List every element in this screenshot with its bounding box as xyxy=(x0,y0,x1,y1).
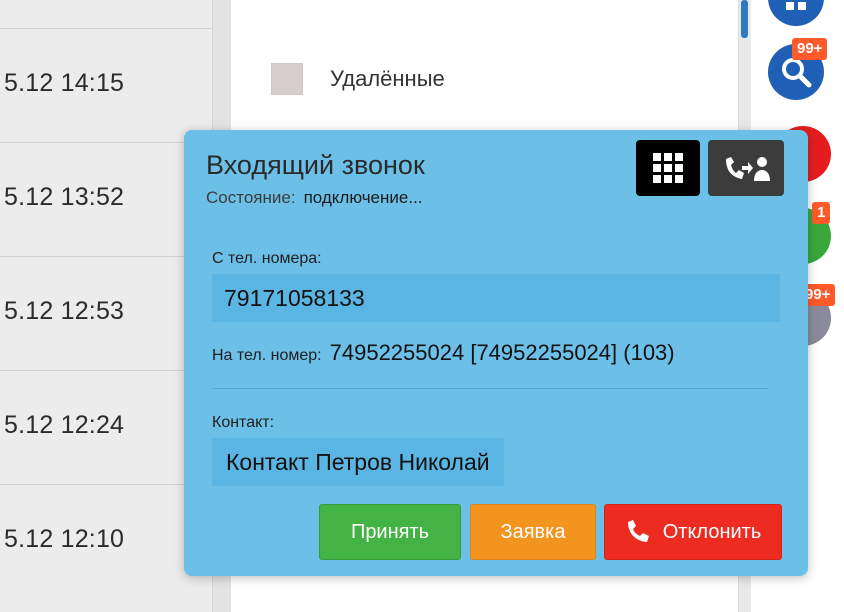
notification-badge: 1 xyxy=(812,202,831,224)
call-time: 5.12 13:52 xyxy=(4,183,125,211)
divider xyxy=(212,388,768,389)
contact-label: Контакт: xyxy=(212,414,275,431)
table-row[interactable]: 5.12 14:15 xyxy=(0,28,212,142)
transfer-call-icon xyxy=(726,157,770,181)
accept-button[interactable]: Принять xyxy=(319,504,461,560)
call-time: 5.12 14:15 xyxy=(4,69,125,97)
phone-icon xyxy=(625,519,651,545)
deleted-checkbox[interactable] xyxy=(271,63,303,95)
status-label: Состояние: xyxy=(206,188,296,207)
incoming-call-dialog: Входящий звонок Состояние: подключение...… xyxy=(184,130,808,576)
to-number-value: 74952255024 [74952255024] (103) xyxy=(329,340,675,365)
table-row[interactable]: 5.12 12:10 xyxy=(0,484,212,598)
folder-item-label: Удалённые xyxy=(330,66,445,91)
call-status: Состояние: подключение... xyxy=(206,188,423,208)
table-row[interactable]: 5.12 12:53 xyxy=(0,256,212,370)
side-nav-button[interactable] xyxy=(768,0,824,26)
decline-button[interactable]: Отклонить xyxy=(604,504,782,560)
table-row[interactable]: 5.12 12:24 xyxy=(0,370,212,484)
dialog-title: Входящий звонок xyxy=(206,150,425,180)
folder-item-deleted[interactable]: Удалённые xyxy=(271,63,445,95)
search-icon xyxy=(782,58,812,88)
keypad-icon xyxy=(653,153,683,183)
decline-label: Отклонить xyxy=(662,520,762,543)
from-number-field[interactable]: 79171058133 xyxy=(212,274,780,322)
contact-field[interactable]: Контакт Петров Николай xyxy=(212,438,504,486)
table-row[interactable]: 5.12 13:52 xyxy=(0,142,212,256)
to-number-row: На тел. номер: 74952255024 [74952255024]… xyxy=(212,340,675,366)
to-number-label: На тел. номер: xyxy=(212,347,322,364)
notification-badge: 99+ xyxy=(792,38,828,60)
grid-icon xyxy=(786,2,806,10)
keypad-button[interactable] xyxy=(636,140,700,196)
transfer-call-button[interactable] xyxy=(708,140,784,196)
call-time: 5.12 12:53 xyxy=(4,297,125,325)
call-time: 5.12 12:24 xyxy=(4,411,125,439)
status-value: подключение... xyxy=(303,188,423,207)
from-number-label: С тел. номера: xyxy=(212,250,322,267)
call-time: 5.12 12:10 xyxy=(4,525,125,553)
request-button[interactable]: Заявка xyxy=(470,504,596,560)
call-history-column: 5.12 14:15 5.12 13:52 5.12 12:53 5.12 12… xyxy=(0,0,213,612)
scrollbar-thumb[interactable] xyxy=(741,0,748,38)
